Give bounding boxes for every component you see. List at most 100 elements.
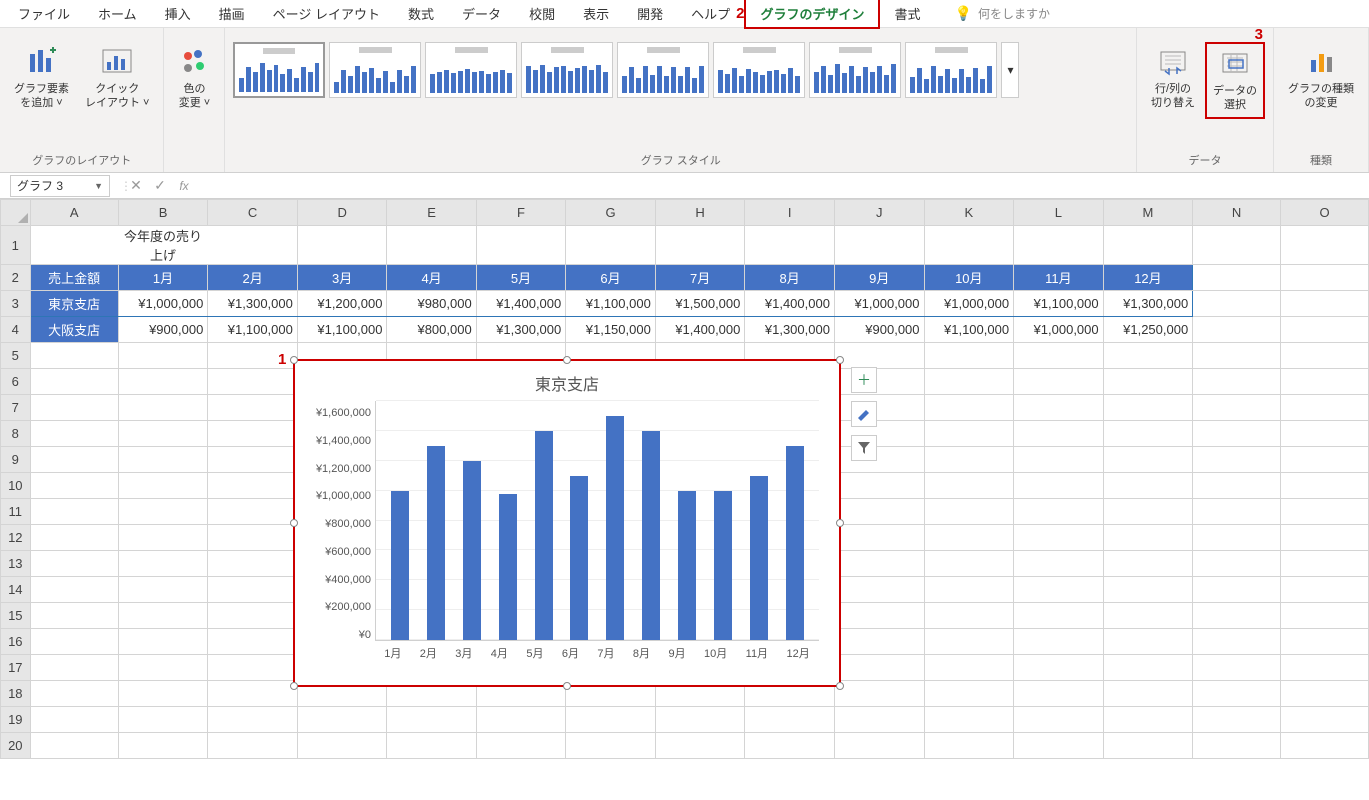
cell[interactable]	[1014, 681, 1104, 707]
cell[interactable]	[118, 577, 208, 603]
resize-handle[interactable]	[290, 519, 298, 527]
cell[interactable]	[834, 681, 924, 707]
cell[interactable]	[1014, 577, 1104, 603]
cell[interactable]	[297, 226, 387, 265]
cell[interactable]	[118, 499, 208, 525]
cell[interactable]	[924, 551, 1014, 577]
cell[interactable]	[834, 655, 924, 681]
cell[interactable]	[30, 733, 118, 759]
cell[interactable]	[118, 473, 208, 499]
cell[interactable]	[476, 733, 566, 759]
cell[interactable]	[30, 681, 118, 707]
cell[interactable]: ¥1,400,000	[655, 317, 745, 343]
chart-bar[interactable]	[642, 431, 660, 640]
cell[interactable]	[208, 551, 298, 577]
cell[interactable]	[208, 525, 298, 551]
cell[interactable]	[834, 343, 924, 369]
chart-plot-area[interactable]	[375, 401, 819, 641]
cell[interactable]: 7月	[655, 265, 745, 291]
chart-styles-more-button[interactable]: ▾	[1001, 42, 1019, 98]
cell[interactable]	[118, 525, 208, 551]
cell[interactable]	[30, 343, 118, 369]
cell[interactable]	[1014, 707, 1104, 733]
cell[interactable]	[387, 707, 476, 733]
cell[interactable]	[1281, 473, 1369, 499]
cell[interactable]	[1193, 473, 1281, 499]
cell[interactable]	[834, 603, 924, 629]
cell[interactable]	[30, 655, 118, 681]
cell[interactable]	[118, 395, 208, 421]
cell[interactable]	[118, 655, 208, 681]
cell[interactable]	[566, 733, 656, 759]
cell[interactable]	[1103, 226, 1193, 265]
cell[interactable]: ¥1,100,000	[297, 317, 387, 343]
cell[interactable]	[1193, 707, 1281, 733]
cell[interactable]	[476, 707, 566, 733]
cell[interactable]	[1193, 447, 1281, 473]
chart-bar[interactable]	[786, 446, 804, 640]
row-header[interactable]: 1	[1, 226, 31, 265]
resize-handle[interactable]	[836, 682, 844, 690]
confirm-formula-button[interactable]: ✓	[148, 177, 172, 194]
cell[interactable]	[297, 707, 387, 733]
cell[interactable]: ¥1,100,000	[566, 291, 656, 317]
cell[interactable]	[1014, 551, 1104, 577]
cell[interactable]: 9月	[834, 265, 924, 291]
cell[interactable]: 東京支店	[30, 291, 118, 317]
chart-bar[interactable]	[750, 476, 768, 640]
worksheet-grid[interactable]: ABCDEFGHIJKLMNO 1今年度の売り上げ2売上金額1月2月3月4月5月…	[0, 199, 1369, 759]
cell[interactable]	[924, 447, 1014, 473]
chart-style-thumb[interactable]	[905, 42, 997, 98]
cell[interactable]: 12月	[1103, 265, 1193, 291]
cell[interactable]: ¥1,000,000	[118, 291, 208, 317]
cell[interactable]	[1281, 369, 1369, 395]
cell[interactable]	[208, 577, 298, 603]
cell[interactable]	[834, 629, 924, 655]
cell[interactable]	[1103, 629, 1193, 655]
cell[interactable]	[924, 707, 1014, 733]
cell[interactable]	[924, 499, 1014, 525]
cell[interactable]	[1193, 265, 1281, 291]
row-header[interactable]: 18	[1, 681, 31, 707]
cell[interactable]	[30, 629, 118, 655]
cell[interactable]	[118, 343, 208, 369]
cell[interactable]	[1193, 421, 1281, 447]
cell[interactable]	[1193, 291, 1281, 317]
cell[interactable]	[1103, 707, 1193, 733]
cell[interactable]	[1103, 603, 1193, 629]
cell[interactable]: ¥1,300,000	[745, 317, 835, 343]
cell[interactable]: 今年度の売り上げ	[118, 226, 208, 265]
cell[interactable]	[208, 447, 298, 473]
row-header[interactable]: 6	[1, 369, 31, 395]
cell[interactable]	[118, 681, 208, 707]
chart-style-thumb[interactable]	[233, 42, 325, 98]
resize-handle[interactable]	[563, 356, 571, 364]
cell[interactable]	[1281, 395, 1369, 421]
row-header[interactable]: 4	[1, 317, 31, 343]
row-header[interactable]: 3	[1, 291, 31, 317]
cell[interactable]	[118, 707, 208, 733]
row-header[interactable]: 11	[1, 499, 31, 525]
cell[interactable]	[208, 707, 298, 733]
column-header[interactable]: N	[1193, 200, 1281, 226]
cell[interactable]	[1014, 226, 1104, 265]
cell[interactable]	[745, 707, 835, 733]
column-header[interactable]: B	[118, 200, 208, 226]
menu-chart-design[interactable]: グラフのデザイン	[744, 0, 880, 29]
chart-bar[interactable]	[463, 461, 481, 640]
cell[interactable]	[834, 395, 924, 421]
cell[interactable]	[1281, 551, 1369, 577]
cell[interactable]	[1103, 733, 1193, 759]
cell[interactable]	[1103, 395, 1193, 421]
chart-bar[interactable]	[427, 446, 445, 640]
chart-bar[interactable]	[606, 416, 624, 640]
row-header[interactable]: 14	[1, 577, 31, 603]
cell[interactable]	[924, 226, 1014, 265]
menu-draw[interactable]: 描画	[205, 0, 259, 27]
column-header[interactable]: L	[1014, 200, 1104, 226]
cell[interactable]	[1193, 551, 1281, 577]
cell[interactable]	[834, 499, 924, 525]
cell[interactable]	[1281, 733, 1369, 759]
menu-insert[interactable]: 挿入	[151, 0, 205, 27]
column-header[interactable]: A	[30, 200, 118, 226]
